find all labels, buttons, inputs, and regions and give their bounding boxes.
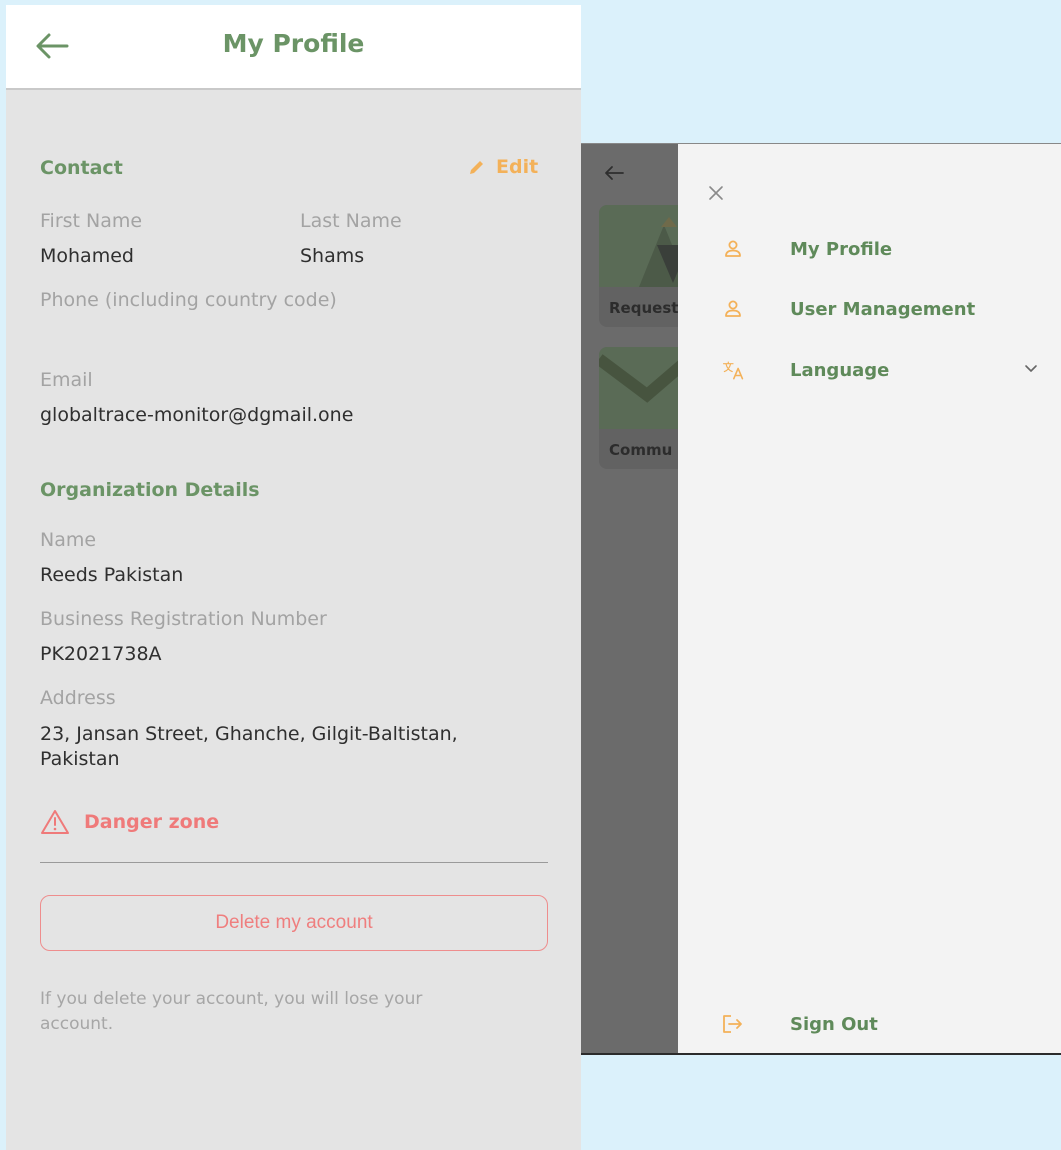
contact-heading: Contact <box>40 157 123 179</box>
menu-item-user-management[interactable]: User Management <box>722 289 1052 329</box>
card-label: Request <box>609 299 679 317</box>
card-image-icon <box>639 217 689 287</box>
menu-item-my-profile[interactable]: My Profile <box>722 229 1052 269</box>
sign-out-label: Sign Out <box>790 1013 878 1035</box>
navigation-drawer: My Profile User Management Language Sign… <box>678 144 1061 1053</box>
edit-button[interactable]: Edit <box>468 156 538 178</box>
close-icon[interactable] <box>707 184 725 202</box>
address-label: Address <box>40 687 116 709</box>
first-name-value: Mohamed <box>40 245 134 267</box>
sign-out-icon <box>722 1013 744 1035</box>
address-value: 23, Jansan Street, Ghanche, Gilgit-Balti… <box>40 723 458 770</box>
delete-account-button[interactable]: Delete my account <box>40 895 548 951</box>
edit-label: Edit <box>496 156 539 178</box>
last-name-label: Last Name <box>300 210 402 232</box>
phone-label: Phone (including country code) <box>40 289 337 311</box>
drawer-screen: Request Commu My Profile User Management… <box>581 143 1061 1055</box>
menu-item-label: Language <box>790 359 890 381</box>
divider <box>40 862 548 863</box>
profile-screen: My Profile Contact Edit First Name Last … <box>6 5 581 1150</box>
card-image <box>599 205 689 287</box>
danger-zone: Danger zone <box>40 809 219 835</box>
email-label: Email <box>40 369 93 391</box>
back-arrow-icon <box>605 166 624 180</box>
card-image <box>599 347 689 429</box>
person-icon <box>722 298 744 320</box>
translate-icon <box>722 359 744 381</box>
pencil-icon <box>470 161 483 174</box>
envelope-icon <box>599 354 689 403</box>
danger-zone-label: Danger zone <box>84 811 220 833</box>
email-value: globaltrace-monitor@dgmail.one <box>40 404 354 426</box>
sign-out-button[interactable]: Sign Out <box>722 1004 1052 1044</box>
brn-value: PK2021738A <box>40 643 162 665</box>
organization-heading: Organization Details <box>40 479 260 501</box>
menu-item-label: My Profile <box>790 238 893 260</box>
person-icon <box>722 238 744 260</box>
first-name-label: First Name <box>40 210 143 232</box>
card-label: Commu <box>609 441 673 459</box>
delete-account-note: If you delete your account, you will los… <box>40 989 423 1034</box>
org-name-label: Name <box>40 529 97 551</box>
background-card-request: Request <box>599 205 689 327</box>
app-header: My Profile <box>6 5 581 90</box>
menu-item-language[interactable]: Language <box>722 350 1052 390</box>
chevron-down-icon[interactable] <box>1024 364 1038 374</box>
background-card-communication: Commu <box>599 347 689 469</box>
warning-icon <box>41 810 69 834</box>
last-name-value: Shams <box>300 245 365 267</box>
brn-label: Business Registration Number <box>40 608 327 630</box>
page-title: My Profile <box>222 29 365 58</box>
org-name-value: Reeds Pakistan <box>40 564 184 586</box>
menu-item-label: User Management <box>790 298 976 320</box>
